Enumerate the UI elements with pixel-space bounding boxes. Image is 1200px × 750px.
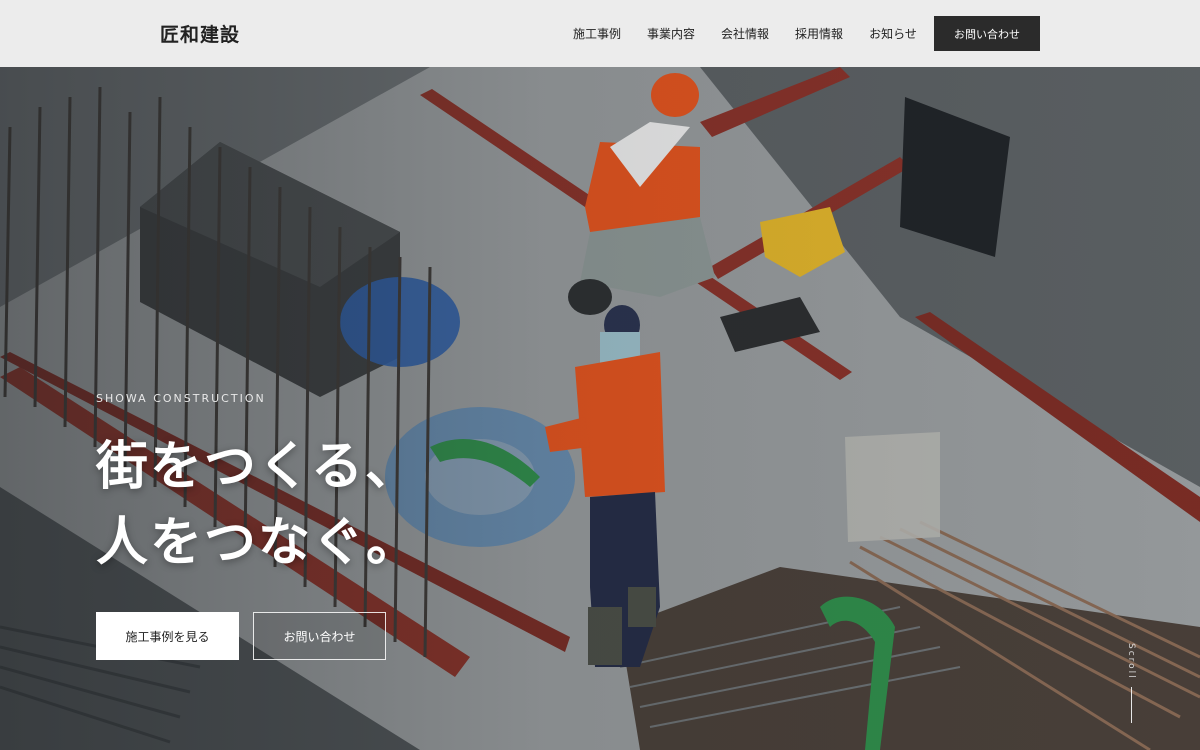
hero-section: SHOWA CONSTRUCTION 街をつくる、 人をつなぐ。 施工事例を見る… [0,67,1200,750]
global-nav: 施工事例 事業内容 会社情報 採用情報 お知らせ [560,0,930,67]
nav-link-services[interactable]: 事業内容 [634,25,708,42]
view-works-button[interactable]: 施工事例を見る [96,612,239,660]
header-contact-button[interactable]: お問い合わせ [934,16,1040,51]
hero-contact-button[interactable]: お問い合わせ [253,612,386,660]
nav-link-recruit[interactable]: 採用情報 [782,25,856,42]
hero-eyebrow: SHOWA CONSTRUCTION [96,392,266,405]
hero-title: 街をつくる、 人をつなぐ。 [96,429,420,581]
site-header: 匠和建設 施工事例 事業内容 会社情報 採用情報 お知らせ お問い合わせ [0,0,1200,67]
scroll-line-icon [1131,687,1132,723]
site-logo[interactable]: 匠和建設 [160,20,240,47]
nav-link-company[interactable]: 会社情報 [708,25,782,42]
scroll-label: Scroll [1126,643,1136,680]
scroll-indicator[interactable]: Scroll [1122,637,1142,727]
nav-link-news[interactable]: お知らせ [856,25,930,42]
hero-title-line-1: 街をつくる、 [96,436,419,497]
hero-title-line-2: 人をつなぐ。 [96,512,421,573]
nav-link-works[interactable]: 施工事例 [560,25,634,42]
